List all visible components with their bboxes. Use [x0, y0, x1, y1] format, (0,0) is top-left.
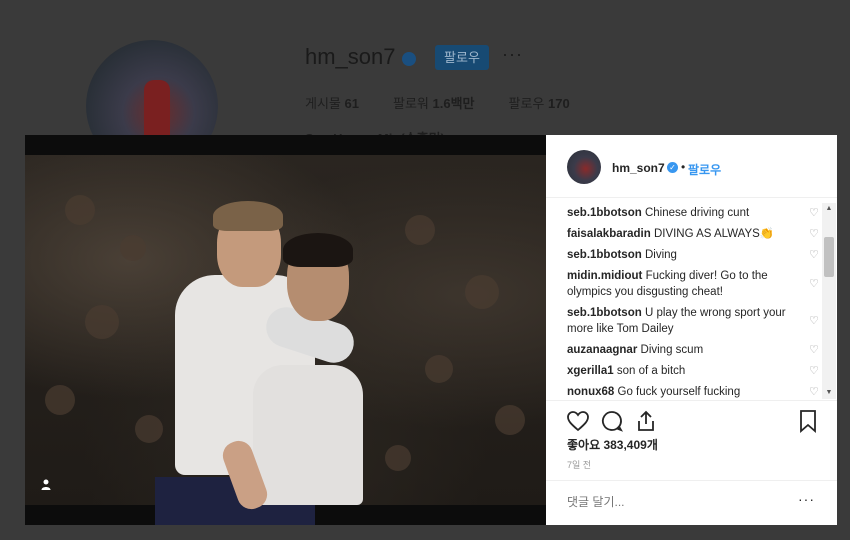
comment-user[interactable]: seb.1bbotson: [567, 307, 642, 319]
scrollbar-thumb[interactable]: [824, 237, 834, 277]
share-icon[interactable]: [634, 409, 658, 433]
comment-input[interactable]: [567, 495, 767, 509]
comment-user[interactable]: midin.midiout: [567, 270, 642, 282]
comment-text: Chinese driving cunt: [644, 207, 750, 219]
post-avatar[interactable]: [567, 150, 601, 184]
post-actions: [546, 400, 837, 440]
more-options-icon[interactable]: ···: [798, 491, 815, 507]
comment-text: son of a bitch: [616, 365, 686, 377]
comment-text: DIVING AS ALWAYS👏: [653, 228, 775, 240]
comment-text: Diving: [644, 249, 677, 261]
add-comment-bar: ···: [546, 480, 837, 525]
post-header: hm_son7 ✓ • 팔로우: [546, 135, 837, 198]
comment-item: seb.1bbotson Diving ♡: [567, 247, 819, 263]
comment-text: Diving scum: [640, 344, 704, 356]
tagged-user-icon[interactable]: [39, 478, 53, 492]
comment-bubble-icon[interactable]: [600, 409, 624, 433]
profile-follow-button: 팔로우: [435, 45, 489, 70]
comment-like-icon[interactable]: ♡: [809, 366, 819, 377]
comment-user[interactable]: auzanaagnar: [567, 344, 637, 356]
comment-like-icon[interactable]: ♡: [809, 250, 819, 261]
comments-list[interactable]: seb.1bbotson Chinese driving cunt ♡ fais…: [567, 205, 819, 400]
post-photo: [25, 135, 546, 525]
comment-user[interactable]: seb.1bbotson: [567, 207, 642, 219]
comment-item: auzanaagnar Diving scum ♡: [567, 342, 819, 358]
post-username[interactable]: hm_son7: [612, 161, 665, 175]
likes-count[interactable]: 좋아요 383,409개: [567, 436, 658, 453]
comment-user[interactable]: faisalakbaradin: [567, 228, 651, 240]
comment-item: seb.1bbotson Chinese driving cunt ♡: [567, 205, 819, 221]
bookmark-icon[interactable]: [796, 409, 820, 433]
comment-like-icon[interactable]: ♡: [809, 316, 819, 327]
stat-following: 팔로우 170: [508, 96, 570, 111]
stat-posts: 게시물 61: [305, 96, 359, 111]
verified-badge-icon: ✓: [667, 162, 678, 173]
profile-username: hm_son7: [305, 44, 396, 69]
comment-user[interactable]: xgerilla1: [567, 365, 614, 377]
comment-item: seb.1bbotson U play the wrong sport your…: [567, 305, 819, 337]
post-follow-button[interactable]: 팔로우: [688, 161, 721, 178]
comment-item: xgerilla1 son of a bitch ♡: [567, 363, 819, 379]
like-heart-icon[interactable]: [566, 409, 590, 433]
comment-user[interactable]: nonux68: [567, 386, 614, 398]
comment-like-icon[interactable]: ♡: [809, 387, 819, 398]
photo-scene: [25, 155, 546, 525]
post-time: 7일 전: [567, 460, 592, 470]
comment-like-icon[interactable]: ♡: [809, 279, 819, 290]
profile-stats: 게시물 61 팔로워 1.6백만 팔로우 170: [305, 93, 570, 112]
profile-more-icon: ···: [502, 44, 523, 64]
scroll-down-arrow-icon[interactable]: ▼: [822, 387, 836, 399]
stat-followers: 팔로워 1.6백만: [392, 96, 475, 111]
comment-item: nonux68 Go fuck yourself fucking ♡: [567, 384, 819, 400]
separator-dot: •: [681, 160, 686, 174]
comments-scrollbar[interactable]: ▲ ▼: [822, 203, 836, 399]
comment-like-icon[interactable]: ♡: [809, 345, 819, 356]
verified-badge-icon: [402, 52, 416, 66]
scroll-up-arrow-icon[interactable]: ▲: [822, 203, 836, 215]
comment-item: midin.midiout Fucking diver! Go to the o…: [567, 268, 819, 300]
comment-user[interactable]: seb.1bbotson: [567, 249, 642, 261]
comment-like-icon[interactable]: ♡: [809, 229, 819, 240]
comment-item: faisalakbaradin DIVING AS ALWAYS👏 ♡: [567, 226, 819, 242]
comment-like-icon[interactable]: ♡: [809, 208, 819, 219]
post-side-panel: hm_son7 ✓ • 팔로우 seb.1bbotson Chinese dri…: [546, 135, 837, 525]
comment-text: Go fuck yourself fucking: [617, 386, 741, 398]
